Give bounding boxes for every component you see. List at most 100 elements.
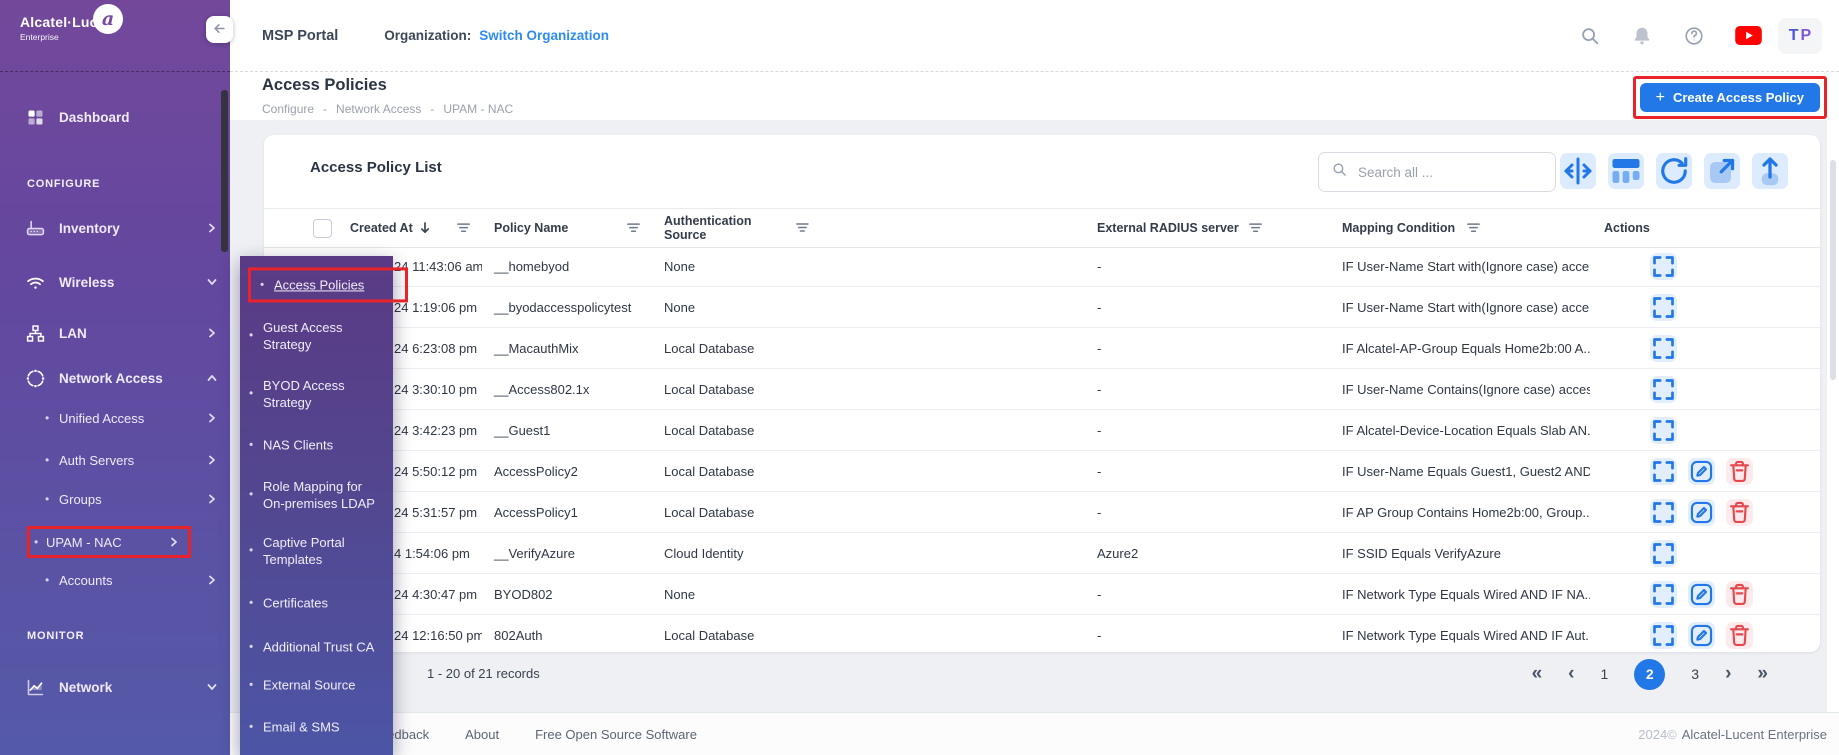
submenu-item-label: Email & SMS [263, 719, 340, 734]
delete-action-button[interactable] [1726, 622, 1753, 649]
footer-link-free-open-source-software[interactable]: Free Open Source Software [535, 727, 697, 742]
table-row[interactable]: 24 4:30:47 pmBYOD802None-IF Network Type… [264, 574, 1820, 615]
pagination-page-2[interactable]: 2 [1634, 659, 1665, 690]
filter-icon-radius[interactable] [1248, 222, 1263, 234]
submenu-item-access-policies[interactable]: Access Policies [248, 267, 408, 302]
delete-action-button[interactable] [1726, 581, 1753, 608]
expand-action-button[interactable] [1650, 581, 1677, 608]
open-external-button[interactable] [1704, 153, 1740, 189]
expand-action-button[interactable] [1650, 294, 1677, 321]
submenu-item-captive-portal-templates[interactable]: Captive Portal Templates [263, 534, 385, 568]
edit-action-button[interactable] [1688, 499, 1715, 526]
column-header-mapping[interactable]: Mapping Condition [1330, 209, 1590, 247]
pagination-prev[interactable]: ‹ [1568, 663, 1574, 685]
cell-actions [1590, 294, 1820, 321]
table-row[interactable]: 24 6:23:08 pm__MacauthMixLocal Database-… [264, 328, 1820, 369]
edit-action-button[interactable] [1688, 458, 1715, 485]
filter-icon-policy[interactable] [626, 222, 641, 234]
expand-action-button[interactable] [1650, 458, 1677, 485]
sidebar-subitem-unified-access[interactable]: Unified Access [59, 406, 226, 430]
submenu-item-email-sms[interactable]: Email & SMS [263, 718, 385, 735]
expand-action-button[interactable] [1650, 540, 1677, 567]
column-header-actions[interactable]: Actions [1590, 209, 1820, 247]
user-avatar[interactable]: TP [1778, 18, 1822, 54]
sidebar-item-dashboard[interactable]: Dashboard [25, 104, 226, 130]
table-header-checkbox-cell [264, 209, 345, 247]
edit-action-button[interactable] [1688, 581, 1715, 608]
table-row[interactable]: 4 1:54:06 pm__VerifyAzureCloud IdentityA… [264, 533, 1820, 574]
vertical-scrollbar-thumb[interactable] [1830, 160, 1836, 380]
table-row[interactable]: 24 5:50:12 pmAccessPolicy2Local Database… [264, 451, 1820, 492]
submenu-item-label: Guest Access Strategy [263, 320, 342, 352]
table-row[interactable]: 24 11:43:06 am__homebyodNone-IF User-Nam… [264, 246, 1820, 287]
sidebar-subitem-accounts[interactable]: Accounts [59, 568, 226, 592]
expand-action-button[interactable] [1650, 335, 1677, 362]
cell-mapping: IF Network Type Equals Wired AND IF Aut.… [1330, 628, 1590, 643]
column-header-auth[interactable]: Authentication Source [652, 209, 1085, 247]
edit-icon [1688, 499, 1715, 526]
filter-icon-created[interactable] [456, 222, 471, 234]
delete-action-button[interactable] [1726, 499, 1753, 526]
submenu-item-additional-trust-ca[interactable]: Additional Trust CA [263, 638, 385, 655]
filter-icon-auth[interactable] [795, 222, 810, 234]
help-icon[interactable] [1683, 25, 1705, 47]
table-row[interactable]: 24 3:30:10 pm__Access802.1xLocal Databas… [264, 369, 1820, 410]
pagination-next[interactable]: › [1725, 663, 1731, 685]
submenu-item-byod-access-strategy[interactable]: BYOD Access Strategy [263, 377, 385, 411]
submenu-item-certificates[interactable]: Certificates [263, 594, 385, 611]
notifications-icon[interactable] [1631, 25, 1653, 47]
column-header-policy[interactable]: Policy Name [482, 209, 652, 247]
expand-action-button[interactable] [1650, 417, 1677, 444]
sidebar-subitem-groups[interactable]: Groups [59, 487, 226, 511]
columns-button[interactable] [1608, 153, 1644, 189]
submenu-item-external-source[interactable]: External Source [263, 676, 385, 693]
search-icon[interactable] [1579, 25, 1601, 47]
expand-action-button[interactable] [1650, 499, 1677, 526]
table-row[interactable]: 24 3:42:23 pm__Guest1Local Database-IF A… [264, 410, 1820, 451]
sidebar-item-inventory[interactable]: Inventory [25, 215, 226, 241]
sidebar-item-network[interactable]: Network [25, 674, 226, 700]
delete-action-button[interactable] [1726, 458, 1753, 485]
sidebar-subitem-auth-servers[interactable]: Auth Servers [59, 448, 226, 472]
sort-down-icon[interactable] [419, 221, 431, 235]
chevron-right-icon [206, 327, 218, 339]
sidebar-item-wireless[interactable]: Wireless [25, 269, 226, 295]
table-row[interactable]: 24 12:16:50 pm802AuthLocal Database-IF N… [264, 615, 1820, 656]
expand-action-button[interactable] [1650, 253, 1677, 280]
expand-action-button[interactable] [1650, 376, 1677, 403]
cell-radius: Azure2 [1085, 546, 1330, 561]
sidebar-collapse-button[interactable] [206, 16, 233, 43]
breadcrumb-upam-nac[interactable]: UPAM - NAC [443, 102, 513, 116]
pagination-first[interactable]: « [1532, 663, 1543, 685]
expand-action-button[interactable] [1650, 622, 1677, 649]
sidebar-subitem-upam-nac-highlighted[interactable]: UPAM - NAC [27, 526, 191, 558]
pagination-page-1[interactable]: 1 [1601, 666, 1609, 682]
submenu-item-role-mapping-for-on-premises-ldap[interactable]: Role Mapping for On-premises LDAP [263, 478, 385, 512]
table-row[interactable]: 24 1:19:06 pm__byodaccesspolicytestNone-… [264, 287, 1820, 328]
create-access-policy-button[interactable]: + Create Access Policy [1640, 83, 1820, 112]
select-all-checkbox[interactable] [313, 219, 332, 238]
edit-action-button[interactable] [1688, 622, 1715, 649]
sidebar-item-lan[interactable]: LAN [25, 320, 226, 346]
upload-button[interactable] [1752, 153, 1788, 189]
fit-width-button[interactable] [1560, 153, 1596, 189]
breadcrumb-configure[interactable]: Configure [262, 102, 314, 116]
submenu-item-nas-clients[interactable]: NAS Clients [263, 436, 385, 453]
filter-icon-mapping[interactable] [1466, 222, 1481, 234]
pagination-last[interactable]: » [1757, 663, 1768, 685]
table-row[interactable]: 24 5:31:57 pmAccessPolicy1Local Database… [264, 492, 1820, 533]
page-title: Access Policies [262, 76, 387, 95]
sidebar-item-network-access[interactable]: Network Access [25, 365, 226, 391]
refresh-button[interactable] [1656, 153, 1692, 189]
sidebar-item-label: Network Access [59, 371, 163, 386]
switch-organization-link[interactable]: Switch Organization [479, 28, 609, 43]
column-header-created[interactable]: Created At [345, 209, 482, 247]
column-header-radius[interactable]: External RADIUS server [1085, 209, 1330, 247]
sidebar-scrollbar[interactable] [221, 90, 228, 252]
search-input[interactable] [1356, 164, 1555, 181]
footer-link-about[interactable]: About [465, 727, 499, 742]
breadcrumb-network-access[interactable]: Network Access [336, 102, 421, 116]
youtube-icon[interactable] [1735, 25, 1762, 47]
pagination-page-3[interactable]: 3 [1691, 666, 1699, 682]
submenu-item-guest-access-strategy[interactable]: Guest Access Strategy [263, 319, 385, 353]
